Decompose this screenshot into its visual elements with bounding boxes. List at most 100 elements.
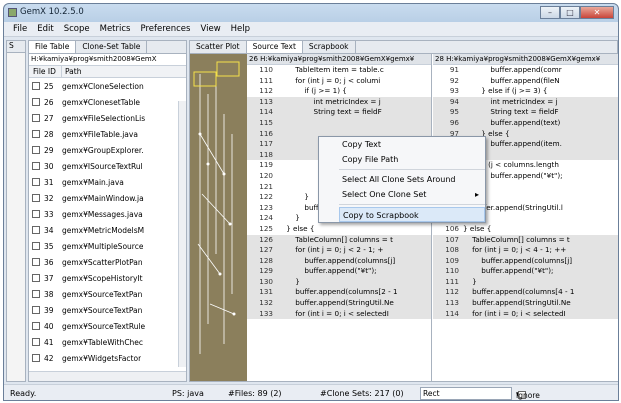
code-text: buffer.append(StringUtil.Ne <box>463 298 571 308</box>
path-cell: gemx¥MainWindow.ja <box>62 193 144 203</box>
file-table-hscrollbar[interactable] <box>29 371 186 381</box>
table-row[interactable]: 28 gemx¥FileTable.java <box>29 126 186 142</box>
line-number: 117 <box>259 139 273 149</box>
file-id-cell: 42 <box>44 353 54 363</box>
menu-select-one-clone-set[interactable]: Select One Clone Set ▸ <box>339 187 485 202</box>
table-row[interactable]: 33 gemx¥Messages.java <box>29 206 186 222</box>
table-row[interactable]: 38 gemx¥SourceTextPan <box>29 286 186 302</box>
maximize-button[interactable]: □ <box>560 6 580 19</box>
row-checkbox[interactable] <box>32 178 40 186</box>
status-clone-sets: #Clone Sets: 217 (0) <box>320 389 404 398</box>
row-checkbox[interactable] <box>32 354 40 362</box>
menu-copy-file-path[interactable]: Copy File Path <box>339 152 485 167</box>
table-row[interactable]: 27 gemx¥FileSelectionLis <box>29 110 186 126</box>
submenu-arrow-icon: ▸ <box>474 190 479 199</box>
table-row[interactable]: 42 gemx¥WidgetsFactor <box>29 350 186 366</box>
menu-scope[interactable]: Scope <box>59 24 95 34</box>
table-row[interactable]: 36 gemx¥ScatterPlotPan <box>29 254 186 270</box>
scatter-overview[interactable] <box>190 54 247 381</box>
table-row[interactable]: 32 gemx¥MainWindow.ja <box>29 190 186 206</box>
row-checkbox[interactable] <box>32 274 40 282</box>
menu-view[interactable]: View <box>195 24 225 34</box>
row-checkbox[interactable] <box>32 258 40 266</box>
table-row[interactable]: 40 gemx¥SourceTextRule <box>29 318 186 334</box>
line-number: 112 <box>259 86 273 96</box>
collapsed-tab[interactable]: S <box>7 41 25 53</box>
menu-metrics[interactable]: Metrics <box>95 24 136 34</box>
path-cell: gemx¥CloneSelection <box>62 81 144 91</box>
line-number: 95 <box>449 107 459 117</box>
path-field[interactable]: H:¥kamiya¥prog¥smith2008¥GemX <box>29 54 186 66</box>
row-checkbox[interactable] <box>32 226 40 234</box>
row-checkbox[interactable] <box>32 290 40 298</box>
window-title: GemX 10.2.5.0 <box>20 7 84 17</box>
code-text: buffer.append(columns[j] <box>463 255 573 265</box>
table-row[interactable]: 37 gemx¥ScopeHistoryIt <box>29 270 186 286</box>
row-checkbox[interactable] <box>32 146 40 154</box>
menu-copy-text[interactable]: Copy Text <box>339 137 485 152</box>
row-checkbox[interactable] <box>32 194 40 202</box>
row-checkbox[interactable] <box>32 162 40 170</box>
tab-file-table[interactable]: File Table <box>29 41 77 53</box>
code-text: } else { <box>463 128 510 138</box>
code-text: TableColumn[] columns = t <box>463 234 570 244</box>
line-number: 110 <box>259 65 273 74</box>
code-line: 93 } else if (j >= 3) { <box>433 86 618 97</box>
menu-preferences[interactable]: Preferences <box>135 24 195 34</box>
row-checkbox[interactable] <box>32 114 40 122</box>
code-line: 114 String text = fieldF <box>247 107 431 118</box>
code-text: if (j >= 1) { <box>277 86 347 96</box>
code-text: } <box>463 182 618 193</box>
table-row[interactable]: 41 gemx¥TableWithChec <box>29 334 186 350</box>
code-line: 127 for (int j = 0; j < 2 - 1; + <box>247 245 431 256</box>
column-path[interactable]: Path <box>62 66 186 77</box>
menu-copy-to-scrapbook[interactable]: Copy to Scrapbook <box>339 207 485 222</box>
ignore-case-label: Ignore case <box>516 391 540 400</box>
table-row[interactable]: 25 gemx¥CloneSelection <box>29 78 186 94</box>
table-row[interactable]: 34 gemx¥MetricModelsM <box>29 222 186 238</box>
code-text: for (int j = 0; j < columi <box>277 75 381 85</box>
line-number: 113 <box>259 96 273 106</box>
menu-select-all-clone-sets-around[interactable]: Select All Clone Sets Around <box>339 172 485 187</box>
row-checkbox[interactable] <box>32 242 40 250</box>
file-panel: File Table Clone-Set Table H:¥kamiya¥pro… <box>28 40 187 382</box>
menu-help[interactable]: Help <box>226 24 255 34</box>
menu-edit[interactable]: Edit <box>32 24 58 34</box>
row-checkbox[interactable] <box>32 210 40 218</box>
row-checkbox[interactable] <box>32 338 40 346</box>
code-line: 133 for (int i = 0; i < selectedI <box>247 308 431 320</box>
table-row[interactable]: 26 gemx¥ClonesetTable <box>29 94 186 110</box>
path-cell: gemx¥FileTable.java <box>62 129 138 139</box>
code-line: 130 } <box>247 276 431 288</box>
code-line: 108 for (int j = 0; j < 4 - 1; ++ <box>433 245 618 256</box>
row-checkbox[interactable] <box>32 130 40 138</box>
table-row[interactable]: 30 gemx¥ISourceTextRul <box>29 158 186 174</box>
minimize-button[interactable]: – <box>540 6 560 19</box>
code-line: 114 for (int i = 0; i < selectedI <box>433 308 618 320</box>
table-row[interactable]: 31 gemx¥Main.java <box>29 174 186 190</box>
file-panel-tabs: File Table Clone-Set Table <box>29 41 186 54</box>
row-checkbox[interactable] <box>32 98 40 106</box>
column-file-id[interactable]: File ID <box>29 66 62 77</box>
tab-scrapbook[interactable]: Scrapbook <box>303 41 356 53</box>
row-checkbox[interactable] <box>32 322 40 330</box>
close-button[interactable]: ✕ <box>580 6 614 19</box>
tab-scatter-plot[interactable]: Scatter Plot <box>190 41 247 53</box>
menu-file[interactable]: File <box>8 24 32 34</box>
table-row[interactable]: 39 gemx¥SourceTextPan <box>29 302 186 318</box>
table-row[interactable]: 29 gemx¥GroupExplorer. <box>29 142 186 158</box>
line-number: 126 <box>259 234 273 244</box>
search-input[interactable]: Rect <box>420 387 512 400</box>
code-line: 132 buffer.append(StringUtil.Ne <box>247 298 431 309</box>
line-number: 127 <box>259 245 273 255</box>
row-checkbox[interactable] <box>32 82 40 90</box>
file-table-vscrollbar[interactable] <box>178 101 186 367</box>
row-checkbox[interactable] <box>32 306 40 314</box>
table-row[interactable]: 35 gemx¥MultipleSource <box>29 238 186 254</box>
scatter-overview-graphic <box>193 54 244 381</box>
line-number: 112 <box>445 287 459 297</box>
code-line: 109 buffer.append(columns[j] <box>433 255 618 267</box>
tab-source-text[interactable]: Source Text <box>246 41 303 53</box>
tab-clone-set-table[interactable]: Clone-Set Table <box>76 41 148 53</box>
